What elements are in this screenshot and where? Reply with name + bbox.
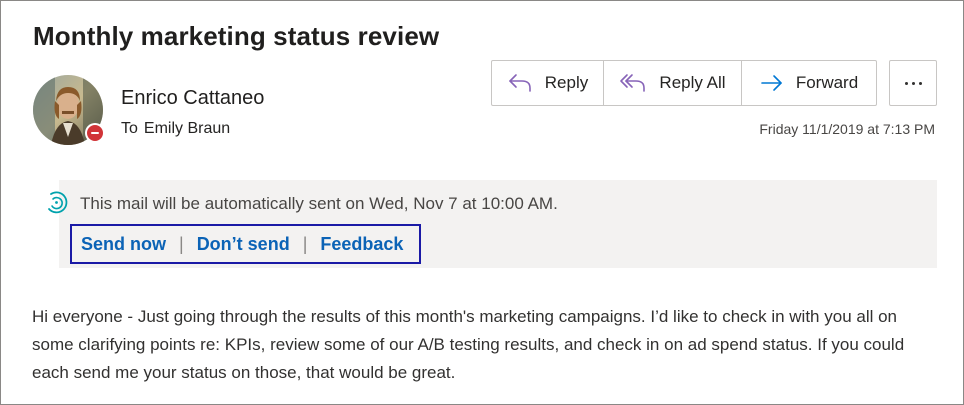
more-horizontal-icon-dot bbox=[911, 81, 915, 85]
sent-timestamp: Friday 11/1/2019 at 7:13 PM bbox=[759, 121, 935, 137]
presence-badge bbox=[85, 123, 105, 143]
more-horizontal-icon bbox=[904, 81, 908, 85]
forward-button[interactable]: Forward bbox=[742, 61, 876, 105]
message-actions-toolbar: Reply Reply All Forward bbox=[491, 60, 877, 106]
scheduled-send-infobar: This mail will be automatically sent on … bbox=[48, 180, 937, 268]
sender-name[interactable]: Enrico Cattaneo bbox=[121, 87, 264, 110]
reply-icon bbox=[508, 74, 531, 92]
feedback-link[interactable]: Feedback bbox=[320, 234, 403, 255]
busy-status-icon bbox=[87, 125, 103, 141]
recipient-line: To Emily Braun bbox=[121, 120, 230, 138]
dont-send-link[interactable]: Don’t send bbox=[197, 234, 290, 255]
scheduled-send-links: Send now | Don’t send | Feedback bbox=[70, 224, 421, 264]
reply-all-icon bbox=[620, 74, 646, 92]
link-separator: | bbox=[302, 233, 308, 254]
recipient-name[interactable]: Emily Braun bbox=[144, 120, 230, 137]
schedule-send-icon bbox=[48, 191, 68, 214]
reply-button[interactable]: Reply bbox=[492, 61, 604, 105]
forward-label: Forward bbox=[795, 73, 859, 92]
reply-all-label: Reply All bbox=[659, 73, 726, 92]
reply-all-button[interactable]: Reply All bbox=[604, 61, 742, 105]
send-now-link[interactable]: Send now bbox=[81, 234, 166, 255]
email-reading-pane: Monthly marketing status review Enrico C… bbox=[0, 0, 964, 405]
email-subject: Monthly marketing status review bbox=[33, 21, 440, 51]
email-body: Hi everyone - Just going through the res… bbox=[32, 307, 905, 382]
reply-label: Reply bbox=[544, 73, 589, 92]
to-label: To bbox=[121, 120, 138, 137]
link-separator: | bbox=[179, 233, 184, 254]
forward-arrow-icon bbox=[761, 75, 782, 91]
more-actions-button[interactable] bbox=[889, 60, 937, 106]
scheduled-send-message: This mail will be automatically sent on … bbox=[80, 194, 558, 213]
more-horizontal-icon-dot bbox=[918, 81, 922, 85]
